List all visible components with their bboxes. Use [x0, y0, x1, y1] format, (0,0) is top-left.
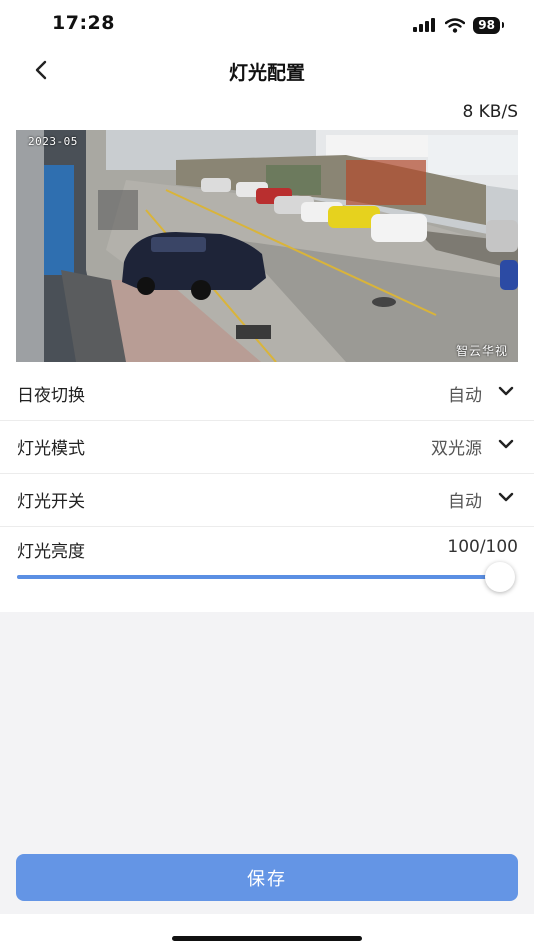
- setting-value: 双光源: [431, 439, 482, 459]
- brightness-slider-fill: [17, 575, 500, 579]
- setting-value: 自动: [448, 492, 482, 512]
- chevron-down-icon: [498, 492, 514, 502]
- camera-feed-image: [16, 130, 518, 362]
- status-icons: 98: [413, 15, 504, 35]
- cellular-signal-icon: [413, 18, 436, 32]
- battery-icon: 98: [473, 16, 504, 34]
- chevron-down-icon: [498, 439, 514, 449]
- day-night-switch-row[interactable]: 日夜切换 自动: [0, 368, 534, 421]
- wifi-icon: [445, 17, 466, 33]
- brightness-slider-thumb[interactable]: [485, 562, 515, 592]
- save-button[interactable]: 保存: [16, 854, 518, 901]
- video-preview[interactable]: 2023-05 智云华视: [16, 130, 518, 362]
- chevron-down-icon: [498, 386, 514, 396]
- setting-label: 灯光开关: [17, 492, 85, 512]
- light-mode-row[interactable]: 灯光模式 双光源: [0, 421, 534, 474]
- settings-list: 日夜切换 自动 灯光模式 双光源 灯光开关 自动 灯光亮度 100/100: [0, 368, 534, 607]
- osd-datetime: 2023-05: [28, 135, 78, 148]
- stream-speed: 8 KB/S: [462, 102, 518, 122]
- page-title: 灯光配置: [228, 62, 305, 84]
- setting-label: 灯光模式: [17, 439, 85, 459]
- setting-value: 自动: [448, 386, 482, 406]
- setting-label: 日夜切换: [17, 386, 85, 406]
- status-bar: 17:28 98: [0, 0, 534, 48]
- brightness-slider[interactable]: [17, 562, 515, 592]
- brightness-value: 100/100: [447, 537, 518, 557]
- camera-watermark: 智云华视: [455, 344, 508, 358]
- brightness-label: 灯光亮度: [17, 542, 85, 562]
- brightness-row: 灯光亮度 100/100: [0, 527, 534, 607]
- light-switch-row[interactable]: 灯光开关 自动: [0, 474, 534, 527]
- nav-bar: 灯光配置: [0, 48, 534, 94]
- status-time: 17:28: [52, 12, 115, 34]
- home-indicator: [172, 936, 362, 941]
